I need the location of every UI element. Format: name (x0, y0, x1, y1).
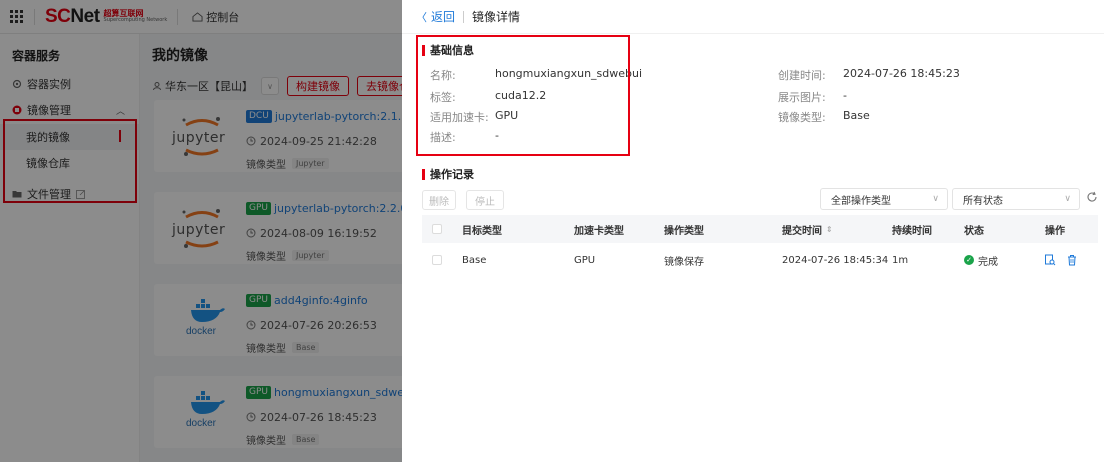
field-image-type: 镜像类型: Base (778, 109, 870, 125)
delete-icon[interactable] (1066, 254, 1078, 266)
select-value: 全部操作类型 (831, 195, 891, 207)
column-header: 持续时间 (892, 225, 932, 237)
refresh-icon[interactable] (1086, 191, 1098, 203)
field-value: 2024-07-26 18:45:23 (843, 67, 960, 80)
column-header: 提交时间 (782, 225, 822, 237)
status-badge: ✓ 完成 (964, 253, 998, 268)
field-picture: 展示图片: - (778, 89, 847, 105)
cell-operation: 镜像保存 (664, 256, 704, 268)
drawer-header: 〈 返回 镜像详情 (402, 0, 1104, 34)
check-circle-icon: ✓ (964, 255, 974, 265)
back-label: 返回 (431, 10, 456, 24)
column-header: 加速卡类型 (574, 225, 624, 237)
highlight-box-basic-info (416, 35, 630, 156)
field-label: 展示图片: (778, 91, 826, 104)
modal-overlay[interactable] (0, 0, 402, 462)
records-title: 操作记录 (422, 166, 474, 182)
row-checkbox[interactable] (432, 255, 442, 265)
cell-submit-time: 2024-07-26 18:45:34 (782, 254, 889, 266)
column-header: 操作 (1045, 225, 1065, 237)
table-header: 目标类型 加速卡类型 操作类型 提交时间 ⇕ 持续时间 状态 操作 (422, 215, 1098, 243)
image-detail-drawer: 〈 返回 镜像详情 基础信息 名称: hongmuxiangxun_sdwebui… (402, 0, 1104, 462)
column-header-sortable[interactable]: 提交时间 ⇕ (782, 215, 833, 243)
stop-button[interactable]: 停止 (466, 190, 504, 210)
chevron-down-icon: ∨ (1064, 194, 1071, 204)
delete-button[interactable]: 删除 (422, 190, 456, 210)
chevron-down-icon: ∨ (932, 194, 939, 204)
field-value: Base (843, 109, 870, 122)
back-button[interactable]: 〈 返回 (416, 8, 455, 25)
select-value: 所有状态 (963, 195, 1003, 207)
operation-type-select[interactable]: 全部操作类型 ∨ (820, 188, 948, 210)
table-row: Base GPU 镜像保存 2024-07-26 18:45:34 1m ✓ 完… (422, 245, 1098, 275)
view-log-icon[interactable] (1044, 254, 1056, 266)
column-header: 状态 (964, 225, 984, 237)
chevron-left-icon: 〈 (416, 10, 427, 24)
status-select[interactable]: 所有状态 ∨ (952, 188, 1080, 210)
column-header: 操作类型 (664, 225, 704, 237)
cell-accelerator: GPU (574, 254, 596, 266)
status-text: 完成 (978, 256, 998, 268)
column-header: 目标类型 (462, 225, 502, 237)
cell-target-type: Base (462, 254, 487, 266)
cell-duration: 1m (892, 254, 909, 266)
field-label: 创建时间: (778, 69, 826, 82)
drawer-title: 镜像详情 (472, 10, 521, 24)
field-label: 镜像类型: (778, 111, 826, 124)
sort-icon[interactable]: ⇕ (826, 225, 833, 234)
field-created: 创建时间: 2024-07-26 18:45:23 (778, 67, 960, 83)
field-value: - (843, 89, 847, 102)
divider (463, 10, 465, 23)
select-all-checkbox[interactable] (432, 224, 442, 234)
